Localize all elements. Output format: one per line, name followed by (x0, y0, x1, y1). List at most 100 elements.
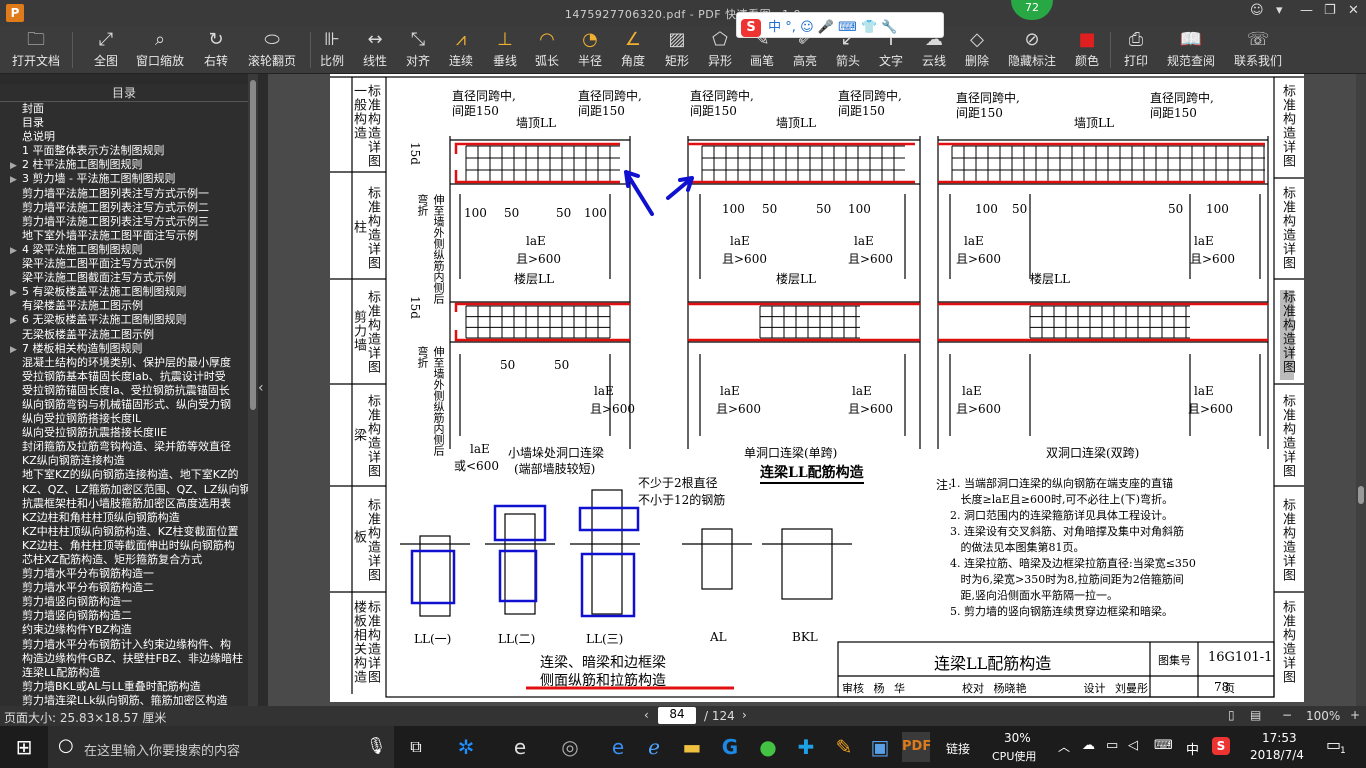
close-button[interactable]: ✕ (1348, 3, 1359, 18)
toc-item[interactable]: 约束边缘构件YBZ构造 (0, 623, 248, 637)
toolbar-hide-markup-button[interactable]: ⊘ 隐藏标注 (1006, 28, 1058, 72)
ime-toolbar[interactable]: S 中 °, ☺ 🎤 ⌨ 👕 🔧 (736, 12, 944, 38)
toc-item[interactable]: 地下室KZ的纵向钢筋连接构造、地下室KZ的 (0, 468, 248, 482)
keyboard-icon[interactable]: ⌨ (838, 20, 857, 35)
ime-punct[interactable]: °, (785, 20, 796, 35)
toc-item[interactable]: 有梁楼盖平法施工图示例 (0, 299, 248, 313)
toc-item[interactable]: 芯柱XZ配筋构造、矩形箍筋复合方式 (0, 553, 248, 567)
toc-item[interactable]: 1 平面整体表示方法制图规则 (0, 144, 248, 158)
minimize-button[interactable]: — (1300, 3, 1313, 18)
toc-item[interactable]: 梁平法施工图截面注写方式示例 (0, 271, 248, 285)
toc-item[interactable]: 梁平法施工图平面注写方式示例 (0, 257, 248, 271)
pdf-viewer-task-icon[interactable]: PDF (902, 732, 931, 762)
toolbar-printer-button[interactable]: ⎙ 打印 (1110, 28, 1162, 72)
toc-item[interactable]: 剪力墙水平分布钢筋计入约束边缘构件、构 (0, 638, 248, 652)
zoom-out-icon[interactable]: − (1282, 708, 1292, 722)
toc-item[interactable]: 连梁LL配筋构造 (0, 666, 248, 680)
toc-item[interactable]: 受拉钢筋基本锚固长度lab、抗震设计时受 (0, 370, 248, 384)
battery-icon[interactable]: ▭ (1106, 738, 1118, 753)
viewer-scrollbar[interactable] (1356, 74, 1366, 706)
toc-item[interactable]: KZ中柱柱顶纵向钢筋构造、KZ柱变截面位置 (0, 525, 248, 539)
windows-start-icon[interactable]: ⊞ (10, 732, 38, 762)
toc-item[interactable]: 剪力墙BKL或AL与LL重叠时配筋构造 (0, 680, 248, 694)
toc-item[interactable]: KZ纵向钢筋连接构造 (0, 454, 248, 468)
toolbar-contact-button[interactable]: ☏ 联系我们 (1232, 28, 1284, 72)
mic-icon[interactable]: 🎙 (366, 736, 386, 755)
toc-item[interactable]: 剪力墙竖向钢筋构造一 (0, 595, 248, 609)
toolbar-color-swatch-button[interactable]: ■ 颜色 (1061, 28, 1113, 72)
green-app-icon[interactable]: ● (754, 732, 782, 762)
toc-item[interactable]: 剪力墙水平分布钢筋构造一 (0, 567, 248, 581)
toolbar-rotate-right-button[interactable]: ↻ 右转 (190, 28, 242, 72)
toolbar-book-button[interactable]: 📖 规范查阅 (1165, 28, 1217, 72)
toc-item[interactable]: ▶ 4 梁平法施工图制图规则 (0, 243, 248, 257)
viewer-scroll-thumb[interactable] (1358, 486, 1364, 504)
tool-icon[interactable]: 🔧 (881, 20, 897, 35)
continuous-page-icon[interactable]: ▤ (1250, 708, 1261, 722)
toolbar-folder-button[interactable]: 🗀 打开文档 (10, 28, 62, 72)
sogou-tray-icon[interactable]: S (1212, 737, 1230, 755)
expand-arrow-icon[interactable]: ▶ (10, 314, 22, 327)
toc-item[interactable]: 抗震框架柱和小墙肢箍筋加密区高度选用表 (0, 497, 248, 511)
toolbar-zoom-window-button[interactable]: ⌕ 窗口缩放 (134, 28, 186, 72)
file-explorer-icon[interactable]: ▬ (678, 732, 706, 762)
toolbar-fullscreen-button[interactable]: ⤢ 全图 (80, 28, 132, 72)
links-toolbar[interactable]: 链接 (946, 740, 970, 757)
sidebar-scroll-thumb[interactable] (250, 80, 256, 410)
expand-arrow-icon[interactable]: ▶ (10, 244, 22, 257)
network-icon[interactable]: ☁ (1082, 738, 1095, 753)
keyboard-tray-icon[interactable]: ⌨ (1154, 738, 1173, 753)
toc-item[interactable]: 剪力墙平法施工图列表注写方式示例二 (0, 201, 248, 215)
clock-date[interactable]: 2018/7/4 (1250, 748, 1304, 762)
input-language[interactable]: 中 (1186, 739, 1199, 758)
toc-item[interactable]: 封面 (0, 102, 248, 116)
toc-item[interactable]: 纵向钢筋弯钩与机械锚固形式、纵向受力钢 (0, 398, 248, 412)
page-number-input[interactable]: 84 (658, 707, 696, 724)
edge-icon[interactable]: e (604, 732, 632, 762)
toolbar-mouse-button[interactable]: ⬭ 滚轮翻页 (246, 28, 298, 72)
toc-item[interactable]: 受拉钢筋锚固长度la、受拉钢筋抗震锚固长 (0, 384, 248, 398)
expand-arrow-icon[interactable]: ▶ (10, 286, 22, 299)
toc-item[interactable]: 纵向受拉钢筋抗震搭接长度llE (0, 426, 248, 440)
ie-icon[interactable]: ℯ (640, 732, 668, 762)
toc-item[interactable]: ▶ 3 剪力墙 - 平法施工图制图规则 (0, 172, 248, 186)
ime-language[interactable]: 中 (768, 20, 781, 35)
toc-item[interactable]: 总说明 (0, 130, 248, 144)
next-page-icon[interactable]: › (742, 708, 747, 722)
blue-cross-app-icon[interactable]: ✚ (792, 732, 820, 762)
prev-page-icon[interactable]: ‹ (644, 708, 649, 722)
toolbar-eraser-button[interactable]: ◇ 删除 (951, 28, 1003, 72)
toc-item[interactable]: KZ、QZ、LZ箍筋加密区范围、QZ、LZ纵向钢 (0, 483, 248, 497)
notes-app-icon[interactable]: ✎ (830, 732, 858, 762)
emoji-icon[interactable]: ☺ (800, 20, 814, 35)
sidebar-scrollbar[interactable] (248, 74, 258, 706)
toc-item[interactable]: 剪力墙平法施工图列表注写方式示例三 (0, 215, 248, 229)
zoom-in-icon[interactable]: + (1350, 708, 1360, 722)
expand-arrow-icon[interactable]: ▶ (10, 159, 22, 172)
toc-item[interactable]: 无梁板楼盖平法施工图示例 (0, 328, 248, 342)
chrome-icon[interactable]: ◎ (556, 732, 584, 762)
notification-icon[interactable]: ▭ (1326, 735, 1341, 754)
toc-item[interactable]: 混凝土结构的环境类别、保护层的最小厚度 (0, 356, 248, 370)
toc-item[interactable]: 地下室外墙平法施工图平面注写示例 (0, 229, 248, 243)
toc-item[interactable]: ▶ 7 楼板相关构造制图规则 (0, 342, 248, 356)
toc-item[interactable]: 剪力墙连梁LLk纵向钢筋、箍筋加密区构造 (0, 694, 248, 706)
toc-item[interactable]: 构造边缘构件GBZ、扶壁柱FBZ、非边缘暗柱 (0, 652, 248, 666)
tray-up-icon[interactable]: ︿ (1058, 738, 1070, 755)
toc-item[interactable]: 纵向受拉钢筋搭接长度lL (0, 412, 248, 426)
expand-arrow-icon[interactable]: ▶ (10, 173, 22, 186)
mic-icon[interactable]: 🎤 (818, 20, 834, 35)
toc-item[interactable]: 封闭箍筋及拉筋弯钩构造、梁并筋等效直径 (0, 440, 248, 454)
fan-app-icon[interactable]: ✲ (452, 732, 480, 762)
photo-app-icon[interactable]: ▣ (866, 732, 894, 762)
toc-item[interactable]: KZ边柱、角柱柱顶等截面伸出时纵向钢筋构 (0, 539, 248, 553)
task-view-icon[interactable]: ⧉ (404, 732, 428, 762)
zoom-level[interactable]: 100% (1306, 709, 1340, 723)
menu-dropdown-icon[interactable]: ▾ (1276, 3, 1283, 18)
collapse-sidebar-icon[interactable]: ‹ (258, 380, 264, 396)
skin-icon[interactable]: 👕 (861, 20, 877, 35)
toc-item[interactable]: 剪力墙水平分布钢筋构造二 (0, 581, 248, 595)
expand-arrow-icon[interactable]: ▶ (10, 343, 22, 356)
toc-item[interactable]: ▶ 6 无梁板楼盖平法施工图制图规则 (0, 313, 248, 327)
toc-item[interactable]: 剪力墙平法施工图列表注写方式示例一 (0, 187, 248, 201)
